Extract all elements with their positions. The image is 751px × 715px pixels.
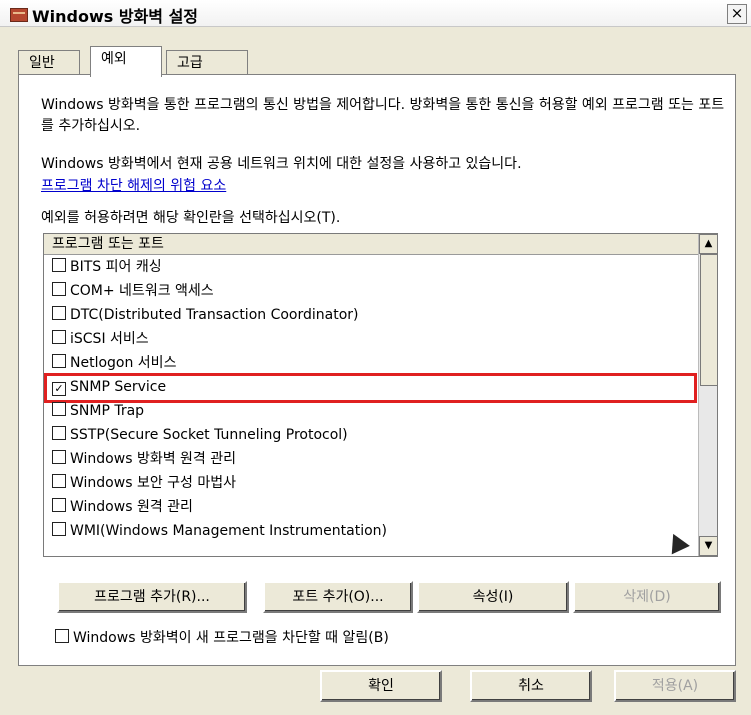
apply-button[interactable]: 적용(A) <box>614 670 736 702</box>
checkbox[interactable] <box>52 354 66 368</box>
list-item[interactable]: BITS 피어 캐싱 <box>52 255 162 279</box>
list-item-label: COM+ 네트워크 액세스 <box>70 283 214 299</box>
add-program-button[interactable]: 프로그램 추가(R)... <box>57 581 247 613</box>
ok-button[interactable]: 확인 <box>320 670 442 702</box>
list-item[interactable]: Windows 방화벽 원격 관리 <box>52 447 236 471</box>
list-item[interactable]: DTC(Distributed Transaction Coordinator) <box>52 303 359 327</box>
notify-checkbox[interactable] <box>55 629 69 643</box>
title-bar: Windows 방화벽 설정 × <box>0 0 751 27</box>
list-item[interactable]: WMI(Windows Management Instrumentation) <box>52 519 387 543</box>
checkbox[interactable] <box>52 306 66 320</box>
delete-button[interactable]: 삭제(D) <box>573 581 721 613</box>
status-text: Windows 방화벽에서 현재 공용 네트워크 위치에 대한 설정을 사용하고… <box>41 156 522 172</box>
list-item-label: iSCSI 서비스 <box>70 331 149 347</box>
tab-advanced[interactable]: 고급 <box>166 50 248 75</box>
properties-button[interactable]: 속성(I) <box>417 581 569 613</box>
list-item[interactable]: SSTP(Secure Socket Tunneling Protocol) <box>52 423 348 447</box>
checkbox[interactable] <box>52 426 66 440</box>
list-item[interactable]: iSCSI 서비스 <box>52 327 149 351</box>
list-item[interactable]: Netlogon 서비스 <box>52 351 176 375</box>
scroll-thumb[interactable] <box>700 254 717 386</box>
vertical-scrollbar[interactable]: ▲ ▼ <box>698 234 717 556</box>
list-item-label: Windows 방화벽 원격 관리 <box>70 451 237 467</box>
cancel-button[interactable]: 취소 <box>470 670 592 702</box>
checkbox[interactable] <box>52 498 66 512</box>
tab-general[interactable]: 일반 <box>18 50 80 75</box>
list-item-snmp-service[interactable]: ✓ SNMP Service <box>52 375 166 399</box>
checkbox[interactable] <box>52 450 66 464</box>
checkbox[interactable] <box>52 282 66 296</box>
list-item-label: SSTP(Secure Socket Tunneling Protocol) <box>70 427 348 443</box>
checkbox-checked[interactable]: ✓ <box>52 382 66 396</box>
window-title: Windows 방화벽 설정 <box>32 7 199 26</box>
add-port-button[interactable]: 포트 추가(O)... <box>263 581 413 613</box>
list-item[interactable]: SNMP Trap <box>52 399 144 423</box>
description-text: Windows 방화벽을 통한 프로그램의 통신 방법을 제어합니다. 방화벽을… <box>41 97 725 134</box>
checkbox[interactable] <box>52 522 66 536</box>
checkbox[interactable] <box>52 258 66 272</box>
risk-link[interactable]: 프로그램 차단 해제의 위험 요소 <box>41 175 226 195</box>
list-item-label: Windows 원격 관리 <box>70 499 193 515</box>
list-item-label: Windows 보안 구성 마법사 <box>70 475 237 491</box>
list-item[interactable]: Windows 원격 관리 <box>52 495 193 519</box>
scroll-up-icon[interactable]: ▲ <box>699 234 717 254</box>
list-item-label: SNMP Service <box>70 379 167 395</box>
instruction-text: 예외를 허용하려면 해당 확인란을 선택하십시오(T). <box>41 210 341 226</box>
list-item-label: WMI(Windows Management Instrumentation) <box>70 523 388 539</box>
program-list[interactable]: 프로그램 또는 포트 BITS 피어 캐싱 COM+ 네트워크 액세스 DTC(… <box>43 233 718 557</box>
list-item-label: DTC(Distributed Transaction Coordinator) <box>70 307 359 323</box>
scroll-down-icon[interactable]: ▼ <box>699 536 717 556</box>
list-item-label: Netlogon 서비스 <box>70 355 177 371</box>
checkbox[interactable] <box>52 474 66 488</box>
close-button[interactable]: × <box>727 4 747 24</box>
tab-exceptions[interactable]: 예외 <box>90 46 162 77</box>
exceptions-panel: Windows 방화벽을 통한 프로그램의 통신 방법을 제어합니다. 방화벽을… <box>18 74 736 666</box>
checkbox[interactable] <box>52 330 66 344</box>
list-column-header: 프로그램 또는 포트 <box>44 234 706 255</box>
checkbox[interactable] <box>52 402 66 416</box>
firewall-icon <box>10 8 28 22</box>
list-item-label: SNMP Trap <box>70 403 145 419</box>
notify-option[interactable]: Windows 방화벽이 새 프로그램을 차단할 때 알림(B) <box>55 627 389 647</box>
notify-label: Windows 방화벽이 새 프로그램을 차단할 때 알림(B) <box>73 630 389 646</box>
list-item[interactable]: Windows 보안 구성 마법사 <box>52 471 236 495</box>
list-item-label: BITS 피어 캐싱 <box>70 259 162 275</box>
list-item[interactable]: COM+ 네트워크 액세스 <box>52 279 214 303</box>
